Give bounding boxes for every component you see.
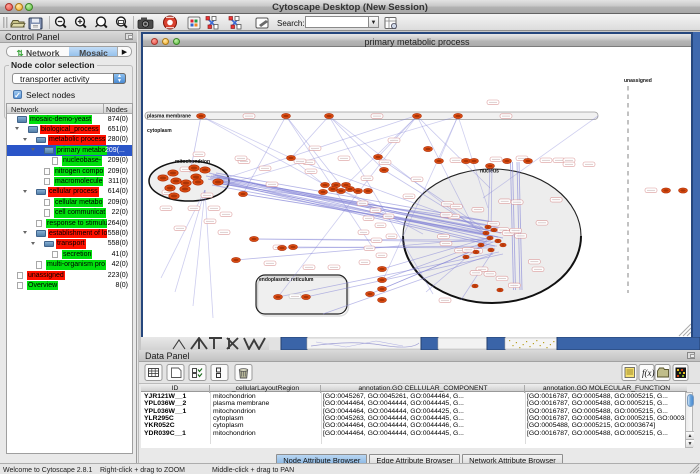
- svg-text:endoplasmic reticulum: endoplasmic reticulum: [259, 277, 314, 283]
- svg-text:f(x): f(x): [642, 368, 655, 378]
- svg-text:unassigned: unassigned: [624, 78, 652, 84]
- svg-text:cytoplasm: cytoplasm: [147, 128, 172, 134]
- svg-text:plasma membrane: plasma membrane: [147, 114, 191, 120]
